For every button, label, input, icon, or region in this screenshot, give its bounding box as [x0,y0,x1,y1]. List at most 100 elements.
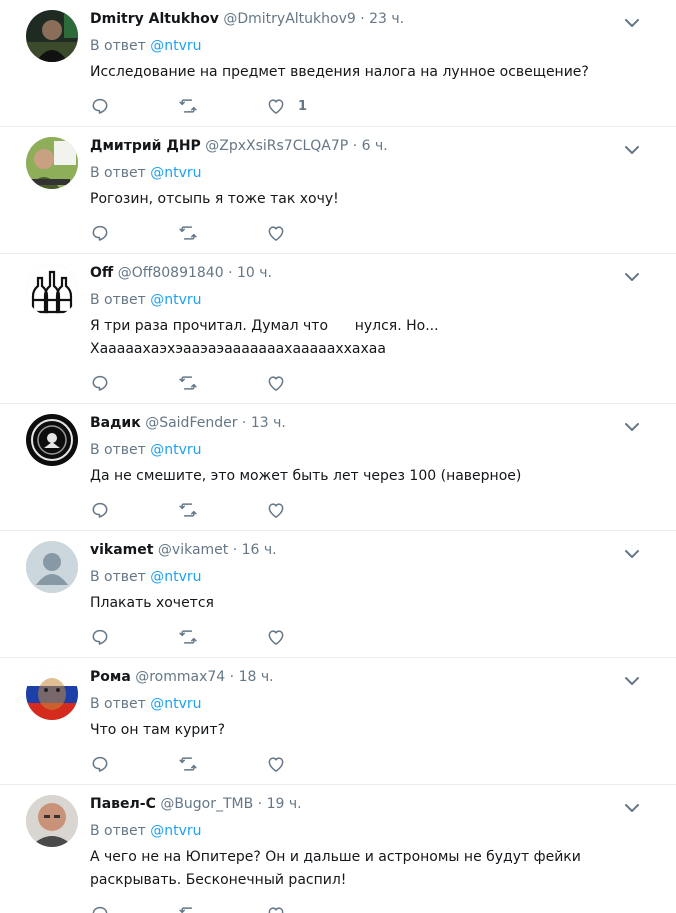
reply-label: В ответ [90,442,146,458]
like-button[interactable]: 1 [266,96,354,116]
tweet[interactable]: Дмитрий ДНР @ZpxXsiRs7CLQA7P · 6 ч. В отв… [0,127,676,254]
tweet-text-line: раскрывать. Бесконечный распил! [90,872,347,888]
tweet-text-line: Да не смешите, это может быть лет через … [90,468,522,484]
like-button[interactable] [266,904,354,913]
retweet-button[interactable] [178,96,266,116]
reply-context: В ответ @ntvru [90,164,656,182]
reply-button[interactable] [90,904,178,913]
retweet-icon [178,373,198,393]
reply-mention-link[interactable]: @ntvru [150,569,201,585]
like-icon [266,627,286,647]
display-name[interactable]: Павел-С [90,796,156,812]
display-name[interactable]: Вадик [90,415,141,431]
user-handle[interactable]: @rommax74 [135,669,225,685]
retweet-button[interactable] [178,223,266,243]
tweet-header: Дмитрий ДНР @ZpxXsiRs7CLQA7P · 6 ч. [90,137,656,155]
chevron-down-icon[interactable] [624,545,640,558]
timestamp[interactable]: 19 ч. [267,796,302,812]
tweet[interactable]: vikamet @vikamet · 16 ч. В ответ @ntvru Пл… [0,531,676,658]
reply-mention-link[interactable]: @ntvru [150,823,201,839]
tweet[interactable]: Рома @rommax74 · 18 ч. В ответ @ntvru Что … [0,658,676,785]
avatar[interactable] [26,795,78,847]
reply-button[interactable] [90,754,178,774]
reply-mention-link[interactable]: @ntvru [150,292,201,308]
separator-dot: · [237,415,251,431]
tweet-header: Off @Off80891840 · 10 ч. [90,264,656,282]
retweet-button[interactable] [178,500,266,520]
retweet-icon [178,500,198,520]
display-name[interactable]: vikamet [90,542,153,558]
reply-button[interactable] [90,96,178,116]
tweet-actions [90,499,656,521]
timestamp[interactable]: 18 ч. [239,669,274,685]
tweet-header: Рома @rommax74 · 18 ч. [90,668,656,686]
user-handle[interactable]: @ZpxXsiRs7CLQA7P [205,138,348,154]
avatar[interactable] [26,541,78,593]
like-button[interactable] [266,223,354,243]
tweet[interactable]: Вадик @SaidFender · 13 ч. В ответ @ntvru Д… [0,404,676,531]
reply-context: В ответ @ntvru [90,441,656,459]
retweet-button[interactable] [178,627,266,647]
chevron-down-icon[interactable] [624,268,640,281]
avatar[interactable] [26,137,78,189]
tweet[interactable]: Dmitry Altukhov @DmitryAltukhov9 · 23 ч.… [0,0,676,127]
separator-dot: · [228,542,242,558]
reply-button[interactable] [90,223,178,243]
timestamp[interactable]: 13 ч. [251,415,286,431]
like-button[interactable] [266,627,354,647]
avatar[interactable] [26,414,78,466]
chevron-down-icon[interactable] [624,14,640,27]
reply-context: В ответ @ntvru [90,291,656,309]
retweet-button[interactable] [178,373,266,393]
reply-mention-link[interactable]: @ntvru [150,442,201,458]
reply-mention-link[interactable]: @ntvru [150,696,201,712]
reply-button[interactable] [90,500,178,520]
tweet-text: Рогозин, отсыпь я тоже так хочу! [90,188,656,211]
timestamp[interactable]: 6 ч. [362,138,388,154]
tweet-text-line: Рогозин, отсыпь я тоже так хочу! [90,191,339,207]
display-name[interactable]: Рома [90,669,131,685]
display-name[interactable]: Off [90,265,113,281]
retweet-button[interactable] [178,754,266,774]
user-handle[interactable]: @Off80891840 [118,265,224,281]
reply-context: В ответ @ntvru [90,822,656,840]
reply-label: В ответ [90,292,146,308]
user-handle[interactable]: @SaidFender [145,415,237,431]
display-name[interactable]: Дмитрий ДНР [90,138,201,154]
chevron-down-icon[interactable] [624,672,640,685]
avatar[interactable] [26,10,78,62]
user-handle[interactable]: @Bugor_TMB [160,796,253,812]
user-handle[interactable]: @DmitryAltukhov9 [223,11,355,27]
tweet-actions [90,222,656,244]
like-icon [266,96,286,116]
like-icon [266,904,286,913]
chevron-down-icon[interactable] [624,418,640,431]
reply-icon [90,627,110,647]
chevron-down-icon[interactable] [624,141,640,154]
reply-button[interactable] [90,627,178,647]
retweet-button[interactable] [178,904,266,913]
like-icon [266,500,286,520]
like-button[interactable] [266,373,354,393]
avatar[interactable] [26,668,78,720]
like-button[interactable] [266,500,354,520]
timestamp[interactable]: 16 ч. [242,542,277,558]
display-name[interactable]: Dmitry Altukhov [90,11,219,27]
avatar[interactable] [26,264,78,316]
timestamp[interactable]: 23 ч. [369,11,404,27]
separator-dot: · [225,669,239,685]
tweet-text-line: Плакать хочется [90,595,214,611]
like-icon [266,754,286,774]
like-button[interactable] [266,754,354,774]
user-handle[interactable]: @vikamet [158,542,228,558]
tweet-text: Плакать хочется [90,592,656,615]
tweet[interactable]: Павел-С @Bugor_TMB · 19 ч. В ответ @ntvru… [0,785,676,913]
timestamp[interactable]: 10 ч. [237,265,272,281]
reply-icon [90,754,110,774]
tweet[interactable]: Off @Off80891840 · 10 ч. В ответ @ntvru Я … [0,254,676,404]
reply-mention-link[interactable]: @ntvru [150,165,201,181]
reply-mention-link[interactable]: @ntvru [150,38,201,54]
chevron-down-icon[interactable] [624,799,640,812]
reply-label: В ответ [90,696,146,712]
reply-button[interactable] [90,373,178,393]
